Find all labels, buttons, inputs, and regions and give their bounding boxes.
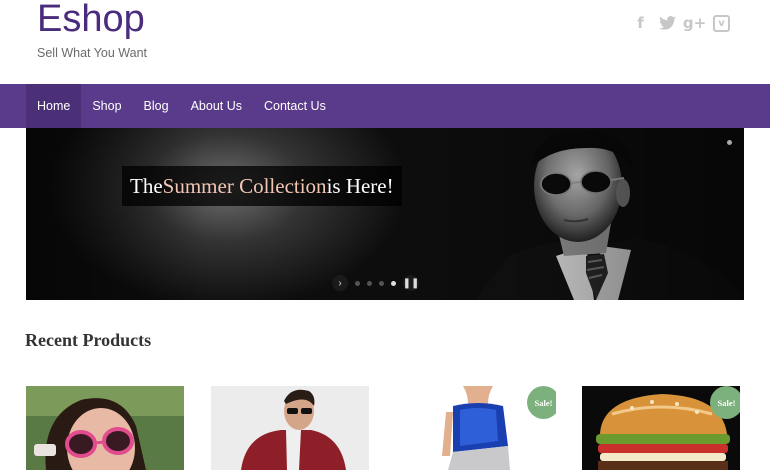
slider-caption: The Summer Collection is Here! [122,166,402,206]
pause-icon[interactable]: ❚❚ [403,275,419,291]
caption-highlight: Summer Collection [162,173,327,198]
slider-dot-4[interactable] [391,280,396,286]
section-title-recent-products: Recent Products [25,330,152,350]
slider-dot-2[interactable] [367,280,372,286]
site-header: Eshop Sell What You Want f g+ v [0,0,770,84]
product-card[interactable] [211,386,369,470]
nav-item-blog[interactable]: Blog [133,84,180,128]
nav-item-home[interactable]: Home [26,84,82,128]
product-image-man-red-jacket [211,386,369,470]
product-image-woman-sunglasses [26,386,184,470]
social-links: f g+ v [632,14,730,32]
vimeo-icon[interactable]: v [713,14,730,32]
slider-dot-3[interactable] [379,280,384,286]
nav-item-about-us[interactable]: About Us [180,84,253,128]
sale-badge: Sale! [527,386,556,419]
hero-slider[interactable]: The Summer Collection is Here! › ❚❚ [26,128,744,300]
next-icon[interactable]: › [332,275,348,291]
nav-item-contact-us[interactable]: Contact Us [253,84,337,128]
twitter-icon[interactable] [659,14,676,32]
nav-item-shop[interactable]: Shop [81,84,132,128]
google-plus-icon[interactable]: g+ [683,14,706,32]
facebook-icon[interactable]: f [632,14,649,32]
slider-dot-1[interactable] [355,280,360,286]
site-tagline: Sell What You Want [37,46,148,60]
slider-controls: › ❚❚ [332,275,419,291]
site-title[interactable]: Eshop [37,0,145,38]
product-card[interactable]: Sale! [398,386,556,470]
product-card[interactable] [26,386,184,470]
product-card[interactable]: Sale! [582,386,740,470]
slider-indicator [727,140,732,145]
sale-badge: Sale! [710,386,740,419]
main-nav: Home Shop Blog About Us Contact Us [0,84,770,128]
